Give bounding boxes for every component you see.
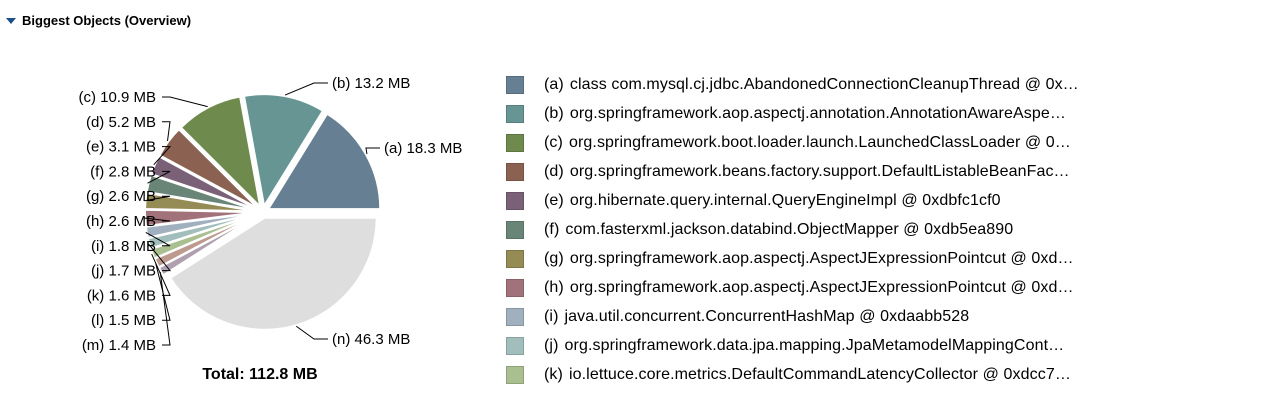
legend-item-f[interactable]: (f) com.fasterxml.jackson.databind.Object… [506, 215, 1079, 244]
pie-chart: (a) 18.3 MB (b) 13.2 MB (c) 10.9 MB (d) 5.2… [78, 75, 462, 354]
legend-item-d[interactable]: (d) org.springframework.beans.factory.sup… [506, 157, 1079, 186]
legend-text: (g) org.springframework.aop.aspectj.Aspec… [544, 250, 1074, 268]
legend-label: java.util.concurrent.ConcurrentHashMap @… [564, 307, 970, 325]
legend-item-g[interactable]: (g) org.springframework.aop.aspectj.Aspec… [506, 244, 1079, 273]
legend-text: (j) org.springframework.data.jpa.mapping.… [544, 337, 1064, 355]
legend-swatch [506, 220, 524, 239]
legend-id: (e) [544, 191, 564, 209]
legend-id: (g) [544, 249, 564, 267]
legend-text: (h) org.springframework.aop.aspectj.Aspec… [544, 279, 1074, 297]
legend-label: org.springframework.beans.factory.suppor… [569, 162, 1070, 180]
leader-line-n [296, 325, 328, 340]
legend-item-i[interactable]: (i) java.util.concurrent.ConcurrentHashMa… [506, 302, 1079, 331]
legend-id: (c) [544, 133, 563, 151]
legend-label: org.springframework.data.jpa.mapping.Jpa… [564, 336, 1065, 354]
legend-id: (b) [544, 104, 564, 122]
legend-swatch [506, 278, 524, 297]
legend-item-j[interactable]: (j) org.springframework.data.jpa.mapping.… [506, 331, 1079, 360]
slice-label-f: (f) 2.8 MB [90, 163, 156, 180]
legend-swatch [506, 365, 524, 384]
slice-label-h: (h) 2.6 MB [86, 213, 156, 230]
legend-label: org.springframework.aop.aspectj.annotati… [569, 104, 1066, 122]
leader-line-a [365, 147, 380, 155]
slice-label-e: (e) 3.1 MB [86, 139, 156, 156]
slice-label-k: (k) 1.6 MB [87, 287, 156, 304]
slice-label-m: (m) 1.4 MB [82, 337, 156, 354]
legend-id: (d) [544, 162, 564, 180]
legend: (a) class com.mysql.cj.jdbc.AbandonedConn… [506, 70, 1079, 389]
slice-label-b: (b) 13.2 MB [332, 75, 410, 92]
legend-id: (a) [544, 75, 564, 93]
legend-label: com.fasterxml.jackson.databind.ObjectMap… [565, 220, 1014, 238]
slice-label-c: (c) 10.9 MB [78, 89, 156, 106]
legend-text: (i) java.util.concurrent.ConcurrentHashMa… [544, 308, 969, 326]
legend-label: class com.mysql.cj.jdbc.AbandonedConnect… [569, 75, 1079, 93]
leader-line-b [284, 82, 328, 96]
slice-label-a: (a) 18.3 MB [384, 140, 462, 157]
legend-text: (d) org.springframework.beans.factory.sup… [544, 163, 1070, 181]
legend-item-a[interactable]: (a) class com.mysql.cj.jdbc.AbandonedConn… [506, 70, 1079, 99]
slice-label-n: (n) 46.3 MB [332, 331, 410, 348]
slice-label-j: (j) 1.7 MB [91, 263, 156, 280]
slice-label-g: (g) 2.6 MB [86, 188, 156, 205]
legend-swatch [506, 133, 524, 152]
legend-swatch [506, 162, 524, 181]
legend-swatch [506, 307, 524, 326]
legend-item-e[interactable]: (e) org.hibernate.query.internal.QueryEng… [506, 186, 1079, 215]
legend-id: (j) [544, 336, 559, 354]
legend-item-c[interactable]: (c) org.springframework.boot.loader.launc… [506, 128, 1079, 157]
leader-line-c [162, 96, 208, 108]
legend-item-b[interactable]: (b) org.springframework.aop.aspectj.annot… [506, 99, 1079, 128]
legend-id: (i) [544, 307, 559, 325]
legend-item-h[interactable]: (h) org.springframework.aop.aspectj.Aspec… [506, 273, 1079, 302]
legend-item-k[interactable]: (k) io.lettuce.core.metrics.DefaultComman… [506, 360, 1079, 389]
legend-text: (c) org.springframework.boot.loader.launc… [544, 134, 1071, 152]
legend-label: io.lettuce.core.metrics.DefaultCommandLa… [568, 365, 1071, 383]
leader-line-m [159, 271, 171, 346]
legend-text: (f) com.fasterxml.jackson.databind.Object… [544, 221, 1013, 239]
legend-id: (h) [544, 278, 564, 296]
legend-id: (k) [544, 365, 563, 383]
leader-line-d [162, 121, 171, 142]
legend-swatch [506, 104, 524, 123]
slice-label-d: (d) 5.2 MB [86, 114, 156, 131]
legend-label: org.springframework.aop.aspectj.AspectJE… [569, 249, 1074, 267]
legend-swatch [506, 75, 524, 94]
legend-id: (f) [544, 220, 560, 238]
legend-label: org.springframework.aop.aspectj.AspectJE… [569, 278, 1074, 296]
legend-label: org.springframework.boot.loader.launch.L… [568, 133, 1071, 151]
legend-text: (k) io.lettuce.core.metrics.DefaultComman… [544, 366, 1071, 384]
legend-text: (a) class com.mysql.cj.jdbc.AbandonedConn… [544, 76, 1079, 94]
legend-text: (e) org.hibernate.query.internal.QueryEng… [544, 192, 1001, 210]
total-label: Total: 112.8 MB [202, 366, 318, 383]
legend-swatch [506, 336, 524, 355]
legend-text: (b) org.springframework.aop.aspectj.annot… [544, 105, 1066, 123]
legend-swatch [506, 191, 524, 210]
slice-label-l: (l) 1.5 MB [91, 312, 156, 329]
legend-swatch [506, 249, 524, 268]
slice-label-i: (i) 1.8 MB [91, 238, 156, 255]
legend-label: org.hibernate.query.internal.QueryEngine… [569, 191, 1001, 209]
